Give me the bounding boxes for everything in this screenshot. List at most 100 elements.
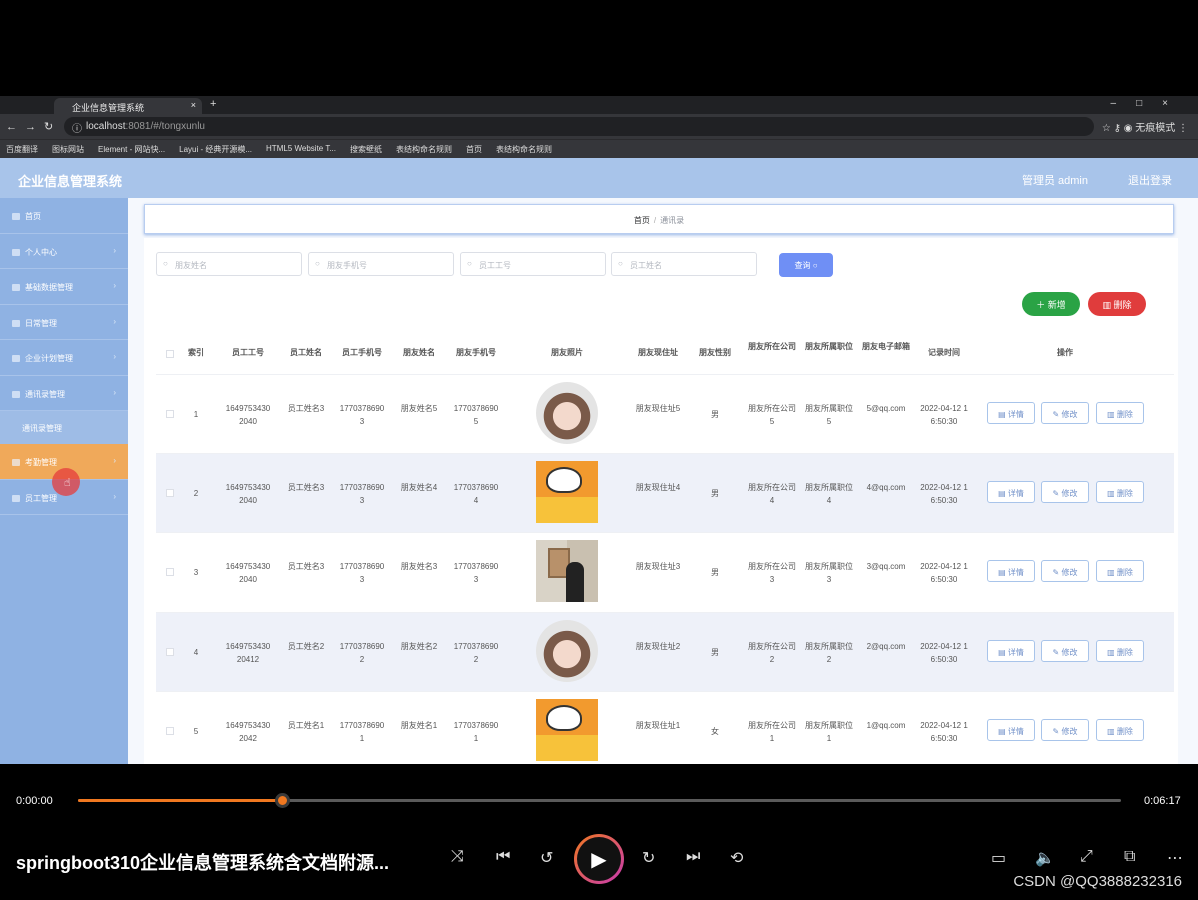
emp-no-search-input[interactable]: ○ 员工工号 <box>460 252 606 276</box>
detail-button[interactable]: ▤ 详情 <box>987 560 1035 583</box>
close-tab-icon[interactable]: × <box>191 100 196 110</box>
emp-name-search-input[interactable]: ○ 员工姓名 <box>611 252 757 276</box>
seek-bar[interactable] <box>78 793 1121 808</box>
next-icon[interactable]: ⏭ <box>686 848 700 866</box>
edit-button[interactable]: ✎ 修改 <box>1041 639 1089 662</box>
bookmark-item[interactable]: Layui - 经典开源模... <box>179 144 252 154</box>
bookmark-item[interactable]: 首页 <box>466 144 482 154</box>
column-header: 朋友所在公司 <box>748 342 796 351</box>
bookmark-item[interactable]: Element - 网站快... <box>98 144 165 154</box>
batch-delete-button[interactable]: ▥ 删除 <box>1088 292 1146 316</box>
row-checkbox[interactable] <box>166 726 174 735</box>
cell-emp-phone: 17703786903 <box>339 404 385 426</box>
detail-button[interactable]: ▤ 详情 <box>987 639 1035 662</box>
logout-link[interactable]: 退出登录 <box>1128 172 1172 188</box>
cell-friend-phone: 17703786901 <box>453 720 499 743</box>
cell-time: 2022-04-12 16:50:30 <box>920 641 968 664</box>
breadcrumb-separator: / <box>653 216 657 225</box>
app-title: 企业信息管理系统 <box>18 174 123 189</box>
delete-button[interactable]: ▥ 删除 <box>1096 718 1144 741</box>
nav-buttons[interactable]: ←→↻ <box>6 120 61 133</box>
sidebar-item-label: 日常管理 <box>25 318 57 328</box>
url-path: :8081/#/tongxunlu <box>125 121 205 132</box>
play-button[interactable]: ▶ <box>574 834 624 884</box>
app-window: 企业信息管理系统 管理员 admin 退出登录 首页 个人中心 › 基础数据管理 › 日常… <box>0 158 1198 764</box>
emp-name-placeholder: 员工姓名 <box>630 261 662 270</box>
delete-icon: ▥ <box>1107 568 1117 578</box>
add-button[interactable]: ＋ 新增 <box>1022 292 1080 316</box>
bookmark-item[interactable]: 图标网站 <box>52 144 84 154</box>
miniplayer-icon[interactable]: ⧉ <box>1124 848 1135 866</box>
new-tab-icon[interactable]: + <box>210 98 216 110</box>
sidebar-subitem-contacts[interactable]: 通讯录管理 <box>0 411 128 444</box>
edit-button[interactable]: ✎ 修改 <box>1041 402 1089 424</box>
bookmark-item[interactable]: 百度翻译 <box>6 144 38 154</box>
sidebar-item[interactable]: 日常管理 › <box>0 305 128 340</box>
delete-button[interactable]: ▥ 删除 <box>1096 560 1144 583</box>
incognito-indicator[interactable]: ☆ ⚷ ◉ 无痕模式 ⋮ <box>1102 119 1188 134</box>
edit-button[interactable]: ✎ 修改 <box>1041 481 1089 504</box>
sidebar-item[interactable]: 通讯录管理 › <box>0 376 128 411</box>
subtitles-icon[interactable]: ▭ <box>991 848 1006 868</box>
column-header: 朋友所属职位 <box>805 342 853 351</box>
seek-handle[interactable] <box>275 793 291 808</box>
watermark: CSDN @QQ3888232316 <box>1013 873 1182 890</box>
sidebar-item[interactable]: 基础数据管理 › <box>0 269 128 305</box>
delete-button[interactable]: ▥ 删除 <box>1096 639 1144 662</box>
bookmark-item[interactable]: 搜索壁纸 <box>350 144 382 154</box>
detail-button[interactable]: ▤ 详情 <box>987 481 1035 504</box>
row-checkbox[interactable] <box>166 410 174 418</box>
sidebar-item[interactable]: 企业计划管理 › <box>0 340 128 376</box>
detail-button[interactable]: ▤ 详情 <box>987 718 1035 741</box>
column-header: 操作 <box>1057 348 1073 357</box>
edit-button[interactable]: ✎ 修改 <box>1041 718 1089 741</box>
shuffle-icon[interactable]: ⤨ <box>451 848 464 866</box>
cell-friend-phone: 17703786904 <box>453 483 499 506</box>
person-figure <box>566 562 584 603</box>
friend-phone-search-input[interactable]: ○ 朋友手机号 <box>308 252 454 276</box>
friend-name-search-input[interactable]: ○ 朋友姓名 <box>156 252 302 276</box>
volume-icon[interactable]: 🔈 <box>1035 848 1055 868</box>
url-field[interactable]: ⓘ localhost:8081/#/tongxunlu <box>64 117 1094 136</box>
browser-tab[interactable]: 企业信息管理系统 × <box>54 98 202 114</box>
repeat-icon[interactable]: ⟲ <box>730 848 743 868</box>
more-icon[interactable]: ⋯ <box>1167 848 1183 868</box>
table-header: 索引 员工工号 员工姓名 员工手机号 朋友姓名 朋友手机号 朋友照片 朋友现住址 朋友性别 朋友所… <box>156 334 1174 374</box>
row-checkbox[interactable] <box>166 489 174 498</box>
delete-button[interactable]: ▥ 删除 <box>1096 481 1144 504</box>
cell-emp-name: 员工姓名3 <box>287 562 325 572</box>
cell-friend-phone: 17703786902 <box>453 641 499 664</box>
detail-button[interactable]: ▤ 详情 <box>987 402 1035 424</box>
previous-icon[interactable]: ⏮ <box>496 848 510 866</box>
rewind-10-icon[interactable]: ↺ <box>540 848 553 868</box>
edit-button[interactable]: ✎ 修改 <box>1041 560 1089 583</box>
delete-label: 删除 <box>1113 300 1132 310</box>
fullscreen-icon[interactable]: ⤢ <box>1080 848 1093 866</box>
column-header: 索引 <box>188 348 204 357</box>
cell-addr: 朋友现住址2 <box>635 641 681 651</box>
bookmark-item[interactable]: HTML5 Website T... <box>266 144 336 154</box>
menu-item-icon <box>12 213 20 220</box>
window-controls[interactable]: –□× <box>1111 98 1188 109</box>
column-header: 朋友性别 <box>699 348 731 357</box>
cell-time: 2022-04-12 16:50:30 <box>920 562 968 585</box>
cell-sex: 男 <box>711 647 719 657</box>
cell-friend-name: 朋友姓名2 <box>400 641 438 651</box>
bookmark-item[interactable]: 表结构命名规则 <box>496 144 552 154</box>
cell-email: 3@qq.com <box>866 562 906 572</box>
query-button[interactable]: 查询 ○ <box>779 253 833 277</box>
sidebar-item[interactable]: 首页 <box>0 198 128 234</box>
select-all-checkbox[interactable] <box>166 350 174 358</box>
bookmark-item[interactable]: 表结构命名规则 <box>396 144 452 154</box>
sidebar-item[interactable]: 个人中心 › <box>0 234 128 269</box>
delete-button[interactable]: ▥ 删除 <box>1096 402 1144 424</box>
current-user: 管理员 admin <box>1021 175 1088 187</box>
row-checkbox[interactable] <box>166 647 174 656</box>
cell-company: 朋友所在公司2 <box>748 641 796 664</box>
breadcrumb-home[interactable]: 首页 <box>634 216 650 225</box>
forward-30-icon[interactable]: ↻ <box>642 848 655 868</box>
row-checkbox[interactable] <box>166 568 174 577</box>
sidebar-item-label: 企业计划管理 <box>25 354 73 363</box>
cartoon-face <box>546 467 582 494</box>
breadcrumb-current: 通讯录 <box>660 216 685 225</box>
